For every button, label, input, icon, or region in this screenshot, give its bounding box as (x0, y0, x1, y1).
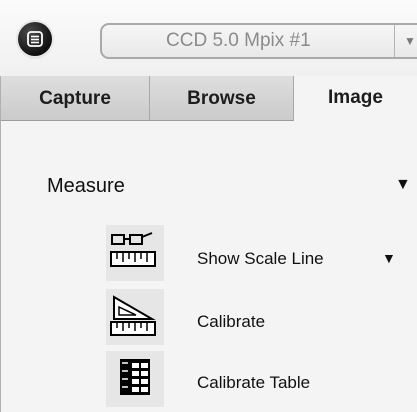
device-select[interactable]: CCD 5.0 Mpix #1 ▼ (100, 23, 417, 59)
tab-capture[interactable]: Capture (0, 76, 150, 121)
collapse-arrow-icon[interactable]: ▼ (395, 176, 411, 194)
calibrate-table-icon[interactable] (106, 351, 164, 407)
app-logo-icon[interactable] (18, 22, 52, 56)
measure-section-title[interactable]: Measure (47, 175, 125, 198)
tab-image[interactable]: Image (294, 76, 417, 121)
device-select-value: CCD 5.0 Mpix #1 (166, 30, 311, 51)
scale-line-icon[interactable] (106, 225, 164, 281)
select-divider (394, 25, 395, 57)
tool-row-show-scale-line[interactable]: Show Scale Line ▼ (0, 225, 417, 281)
chevron-down-icon[interactable]: ▼ (404, 25, 416, 57)
calibrate-icon[interactable] (106, 289, 164, 345)
dropdown-arrow-icon[interactable]: ▼ (382, 250, 396, 266)
calibrate-label: Calibrate (197, 312, 266, 331)
tab-bar: Capture Browse Image (0, 76, 417, 121)
tool-row-calibrate[interactable]: Calibrate (0, 289, 417, 345)
show-scale-line-label: Show Scale Line (197, 249, 324, 268)
tab-browse[interactable]: Browse (150, 76, 294, 121)
top-bar: CCD 5.0 Mpix #1 ▼ (0, 0, 417, 77)
tool-row-calibrate-table[interactable]: Calibrate Table (0, 351, 417, 407)
calibrate-table-label: Calibrate Table (197, 373, 311, 392)
